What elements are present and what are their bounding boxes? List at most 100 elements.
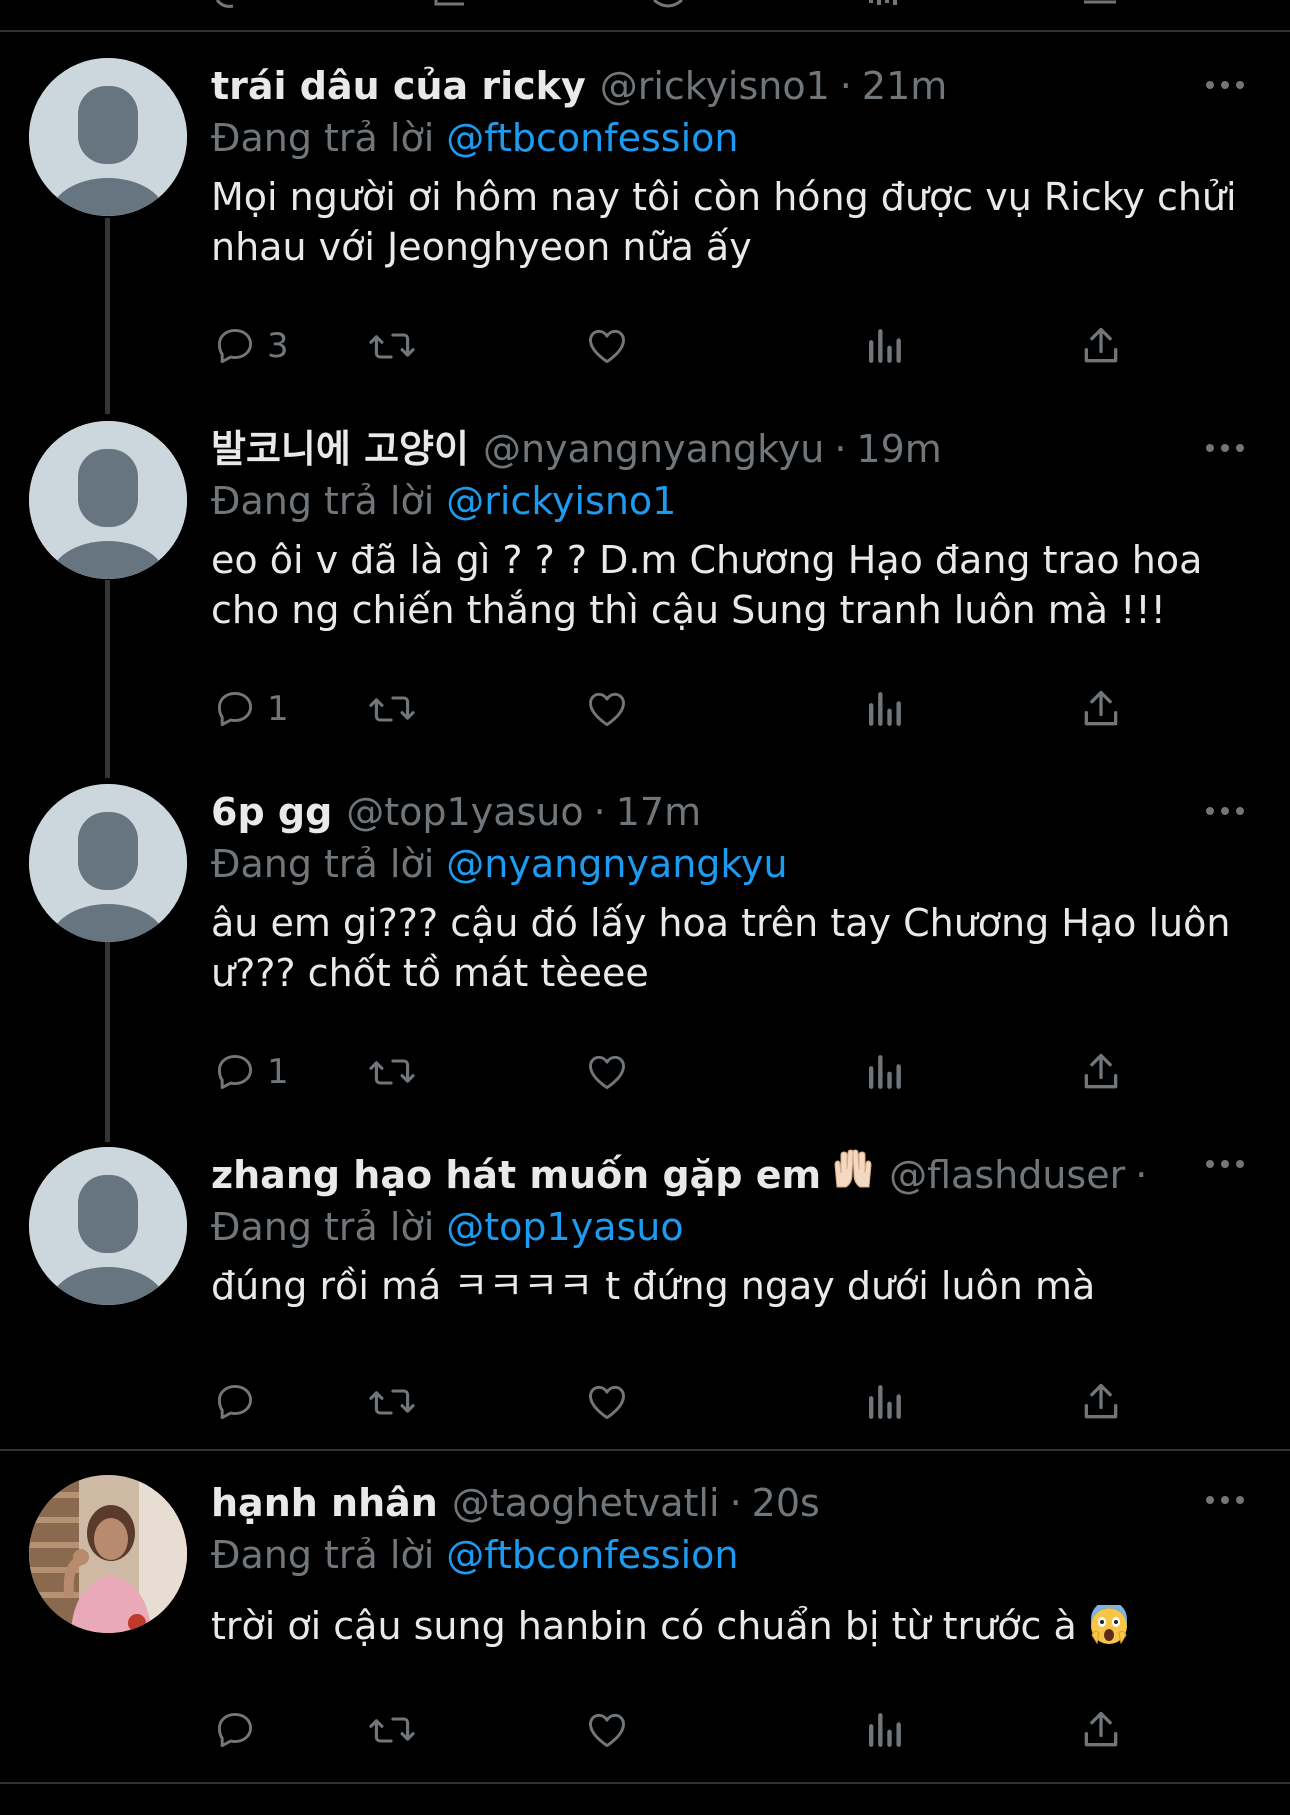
timestamp[interactable]: 20s [752, 1477, 820, 1529]
user-handle[interactable]: @top1yasuo [346, 786, 583, 838]
views-icon[interactable] [864, 1380, 904, 1424]
replying-to: Đang trả lời @nyangnyangkyu [211, 838, 1250, 890]
default-avatar-icon[interactable] [29, 58, 187, 216]
tweet-text: âu em gi??? cậu đó lấy hoa trên tay Chươ… [211, 901, 1231, 995]
display-name[interactable]: 발코니에 고양이 [211, 423, 469, 475]
tweet-text: đúng rồi má ㅋㅋㅋㅋ t đứng ngay dưới luôn m… [211, 1264, 1096, 1308]
retweet-icon[interactable] [367, 1050, 417, 1094]
share-button[interactable] [1079, 1042, 1123, 1102]
views-icon[interactable] [864, 1050, 904, 1094]
retweet-button[interactable] [367, 679, 417, 739]
user-handle[interactable]: @flashduser [889, 1149, 1125, 1201]
display-name[interactable]: zhang hạo hát muốn gặp em [211, 1149, 821, 1201]
share-button[interactable] [1079, 1700, 1123, 1760]
heart-icon[interactable] [584, 1380, 630, 1424]
heart-icon[interactable] [584, 1050, 630, 1094]
tweet-actions [211, 1700, 1118, 1760]
more-icon[interactable] [1200, 1149, 1250, 1179]
replying-to: Đang trả lời @top1yasuo [211, 1201, 1160, 1253]
views-button[interactable] [864, 1042, 904, 1102]
reply-icon[interactable] [213, 1708, 257, 1752]
reply-button[interactable]: 1 [213, 679, 289, 739]
share-icon[interactable] [1079, 324, 1123, 368]
mention-link[interactable]: @nyangnyangkyu [446, 842, 787, 886]
reply-icon[interactable] [213, 324, 257, 368]
display-name[interactable]: trái dâu của ricky [211, 60, 586, 112]
replying-to: Đang trả lời @rickyisno1 [211, 475, 1250, 527]
reply-icon[interactable] [213, 0, 253, 10]
display-name[interactable]: hạnh nhân [211, 1477, 438, 1529]
mention-link[interactable]: @ftbconfession [446, 1533, 738, 1577]
more-icon[interactable] [1200, 1485, 1250, 1515]
views-button[interactable] [864, 679, 904, 739]
views-button[interactable] [864, 1700, 904, 1760]
heart-icon[interactable] [584, 324, 630, 368]
reply-icon[interactable] [213, 687, 257, 731]
share-button[interactable] [1079, 1372, 1123, 1432]
views-button[interactable] [864, 316, 904, 376]
share-icon[interactable] [1079, 1380, 1123, 1424]
heart-icon[interactable] [584, 1708, 630, 1752]
screaming-face-emoji [1089, 1601, 1129, 1657]
retweet-icon[interactable] [367, 1708, 417, 1752]
separator: · [729, 1481, 742, 1525]
display-name[interactable]: 6p gg [211, 786, 332, 838]
photo-avatar[interactable] [29, 1475, 187, 1633]
timestamp[interactable]: … [1157, 1149, 1160, 1201]
like-button[interactable] [584, 1042, 630, 1102]
previous-tweet-actions [0, 0, 1290, 30]
share-icon[interactable] [1080, 0, 1120, 10]
views-icon[interactable] [864, 687, 904, 731]
share-button[interactable] [1079, 316, 1123, 376]
tweet-text: Mọi người ơi hôm nay tôi còn hóng được v… [211, 175, 1237, 269]
like-button[interactable] [584, 679, 630, 739]
tweet-header: hạnh nhân @taoghetvatli · 20s [211, 1477, 1250, 1529]
share-icon[interactable] [1079, 1708, 1123, 1752]
share-icon[interactable] [1079, 1050, 1123, 1094]
share-button[interactable] [1079, 679, 1123, 739]
like-button[interactable] [584, 1700, 630, 1760]
retweet-button[interactable] [367, 1042, 417, 1102]
timestamp[interactable]: 17m [616, 786, 701, 838]
default-avatar-icon[interactable] [29, 784, 187, 942]
heart-icon[interactable] [648, 0, 688, 10]
user-handle[interactable]: @rickyisno1 [600, 60, 830, 112]
like-button[interactable] [584, 1372, 630, 1432]
retweet-button[interactable] [367, 316, 417, 376]
views-icon[interactable] [865, 0, 905, 10]
mention-link[interactable]: @top1yasuo [446, 1205, 683, 1249]
more-icon[interactable] [1200, 70, 1250, 100]
reply-button[interactable] [213, 1372, 267, 1432]
tweet-header: 발코니에 고양이 @nyangnyangkyu · 19m [211, 423, 1250, 475]
share-icon[interactable] [1079, 687, 1123, 731]
timestamp[interactable]: 21m [862, 60, 947, 112]
thread-connector [105, 942, 110, 1142]
retweet-button[interactable] [367, 1372, 417, 1432]
more-icon[interactable] [1200, 433, 1250, 463]
retweet-icon[interactable] [367, 687, 417, 731]
reply-icon[interactable] [213, 1380, 257, 1424]
user-handle[interactable]: @taoghetvatli [452, 1477, 720, 1529]
views-icon[interactable] [864, 1708, 904, 1752]
retweet-icon[interactable] [367, 324, 417, 368]
retweet-icon[interactable] [430, 0, 470, 10]
reply-button[interactable]: 1 [213, 1042, 289, 1102]
user-handle[interactable]: @nyangnyangkyu [483, 423, 824, 475]
mention-link[interactable]: @ftbconfession [446, 116, 738, 160]
default-avatar-icon[interactable] [29, 421, 187, 579]
default-avatar-icon[interactable] [29, 1147, 187, 1305]
separator: · [839, 64, 852, 108]
like-button[interactable] [584, 316, 630, 376]
timestamp[interactable]: 19m [856, 423, 941, 475]
retweet-button[interactable] [367, 1700, 417, 1760]
reply-button[interactable] [213, 1700, 267, 1760]
heart-icon[interactable] [584, 687, 630, 731]
tweet-actions: 1 [211, 1042, 1118, 1102]
reply-icon[interactable] [213, 1050, 257, 1094]
reply-button[interactable]: 3 [213, 316, 289, 376]
more-icon[interactable] [1200, 796, 1250, 826]
retweet-icon[interactable] [367, 1380, 417, 1424]
mention-link[interactable]: @rickyisno1 [446, 479, 676, 523]
views-button[interactable] [864, 1372, 904, 1432]
views-icon[interactable] [864, 324, 904, 368]
